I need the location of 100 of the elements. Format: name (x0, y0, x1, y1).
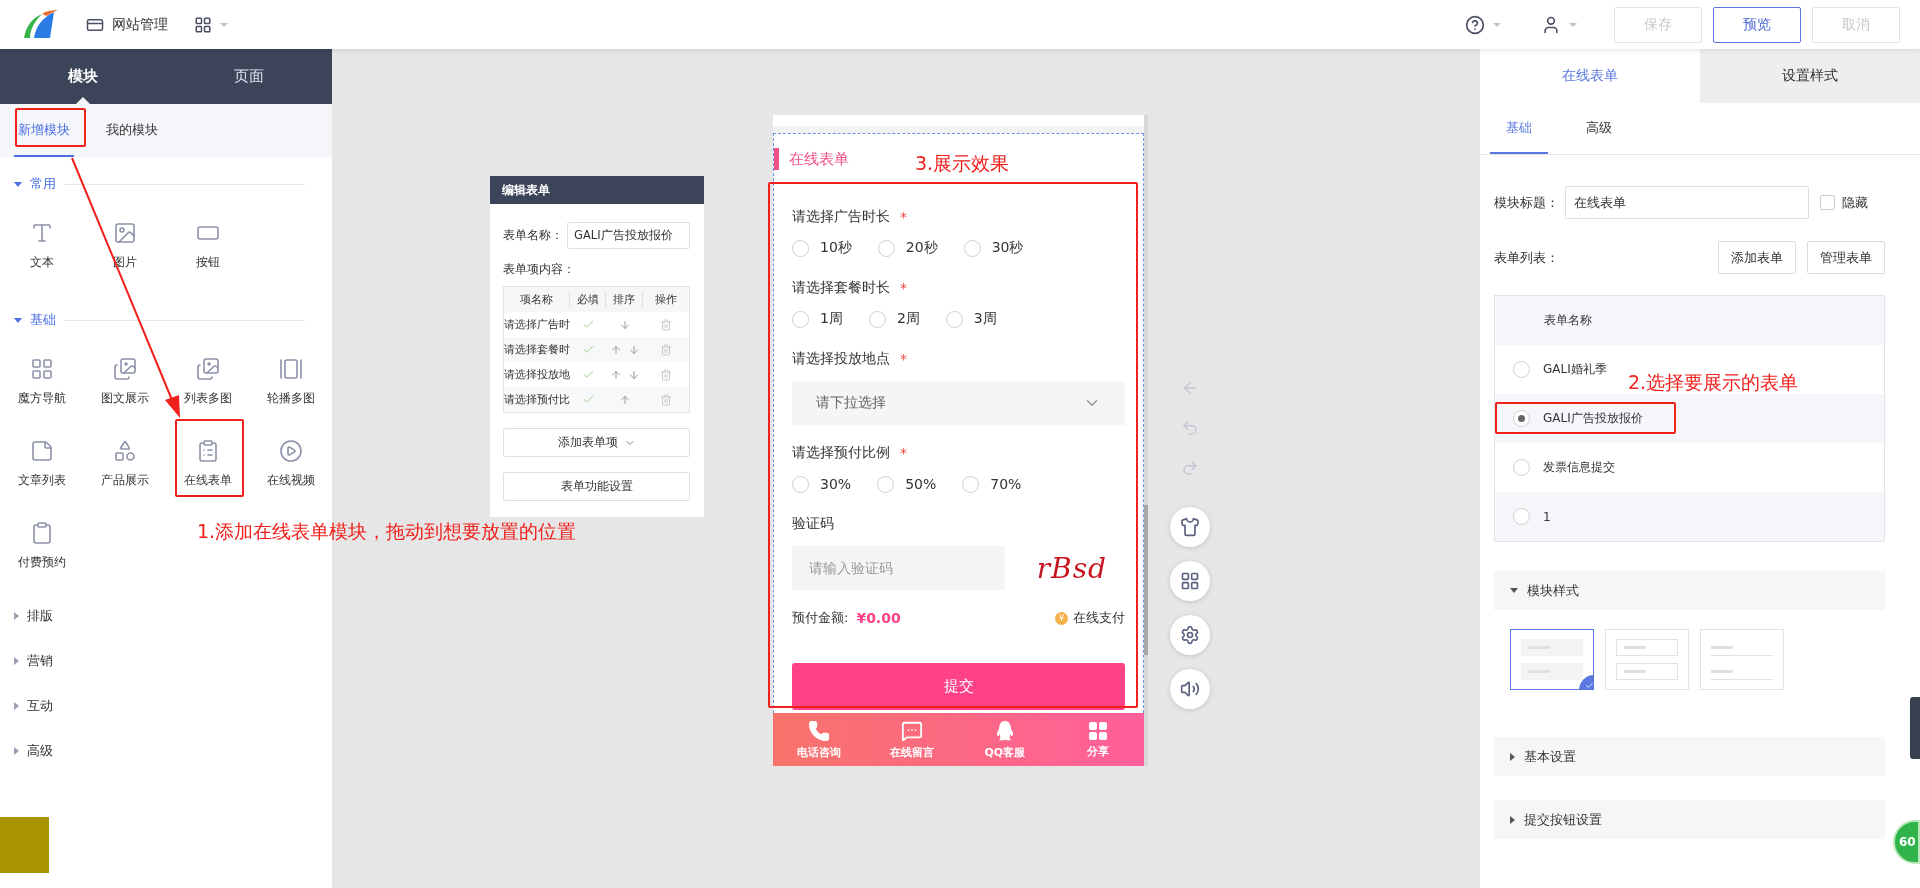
settings-subtab[interactable]: 基础 (1490, 103, 1548, 154)
trash-icon[interactable] (660, 318, 672, 331)
arrow-down-icon[interactable] (618, 318, 631, 331)
trash-icon[interactable] (660, 393, 672, 406)
field-label: 表单名称： (503, 227, 563, 244)
table-cell: 请选择预付比 (504, 392, 570, 407)
checkbox[interactable] (1820, 195, 1835, 210)
module-tile[interactable]: 轮播多图 (249, 341, 332, 423)
list-button[interactable]: 管理表单 (1807, 241, 1885, 274)
column-header: 必填 (570, 292, 606, 307)
module-tile[interactable]: 在线视频 (249, 423, 332, 505)
toolbar-button[interactable]: 预览 (1713, 6, 1801, 43)
sidebar-tab[interactable]: 模块 (0, 49, 166, 104)
form-settings-button[interactable]: 表单功能设置 (503, 472, 690, 501)
module-tile[interactable]: 按钮 (166, 205, 249, 287)
radio-label: 30% (820, 476, 852, 492)
apps-icon[interactable] (194, 15, 212, 34)
group-header[interactable]: 排版 (27, 606, 53, 625)
module-tile[interactable]: 列表多图 (166, 341, 249, 423)
arrow-up-icon[interactable] (609, 368, 622, 381)
annotation-text: 2.选择要展示的表单 (1628, 370, 1799, 395)
radio-button[interactable] (1513, 361, 1530, 378)
arrow-down-icon[interactable] (627, 343, 640, 356)
module-tab[interactable]: 新增模块 (14, 104, 74, 157)
group-header[interactable]: 基础 (30, 311, 56, 329)
help-icon[interactable] (1465, 14, 1485, 35)
amount-value: ¥0.00 (856, 610, 901, 626)
redo-icon[interactable] (1181, 459, 1199, 477)
title-input[interactable]: 在线表单 (1565, 186, 1809, 219)
captcha-input[interactable]: 请输入验证码 (792, 546, 1005, 590)
arrow-up-icon[interactable] (618, 393, 631, 406)
add-item-button[interactable]: 添加表单项 (503, 428, 690, 457)
scrollbar[interactable] (1144, 115, 1148, 766)
radio-button[interactable] (962, 475, 980, 493)
radio-button[interactable] (792, 475, 809, 493)
settings-tool[interactable] (1170, 615, 1210, 655)
amount-label: 预付金额: (792, 609, 849, 627)
module-tile[interactable]: 文本 (0, 205, 83, 287)
form-row[interactable]: GALI广告投放报价 (1495, 394, 1884, 443)
layout-tool[interactable] (1170, 561, 1210, 601)
radio-button[interactable] (963, 239, 981, 257)
radio-button[interactable] (877, 475, 895, 493)
radio-label: 70% (990, 476, 1022, 492)
style-option[interactable] (1510, 629, 1594, 690)
arrow-up-icon[interactable] (609, 343, 622, 356)
arrow-down-icon[interactable] (627, 368, 640, 381)
user-icon[interactable] (1541, 14, 1561, 35)
radio-button[interactable] (792, 310, 809, 328)
checkbox-label: 隐藏 (1842, 193, 1868, 212)
group-header[interactable]: 高级 (27, 741, 53, 760)
undo-icon[interactable] (1181, 419, 1199, 437)
group-header[interactable]: 互动 (27, 696, 53, 715)
module-tile[interactable]: 魔方导航 (0, 341, 83, 423)
form-name: GALI广告投放报价 (1543, 410, 1643, 427)
section-header[interactable]: 基本设置 (1494, 737, 1885, 776)
radio-button[interactable] (1513, 410, 1530, 427)
form-row[interactable]: 1 (1495, 492, 1884, 541)
carousel-icon (278, 357, 303, 381)
module-tile[interactable]: 图文展示 (83, 341, 166, 423)
captcha-image[interactable]: rBsd (1036, 551, 1107, 585)
form-name: 发票信息提交 (1543, 459, 1615, 476)
dropdown-field[interactable]: 请下拉选择 (792, 381, 1125, 425)
required-mark: * (900, 351, 907, 367)
section-header[interactable]: 提交按钮设置 (1494, 800, 1885, 839)
column-header: 项名称 (504, 292, 570, 307)
module-tab[interactable]: 我的模块 (102, 104, 162, 157)
required-mark: * (900, 445, 907, 461)
back-icon[interactable] (1181, 379, 1199, 397)
image-icon (112, 221, 137, 245)
radio-button[interactable] (792, 239, 809, 257)
radio-button[interactable] (877, 239, 895, 257)
radio-button[interactable] (945, 310, 963, 328)
section-header[interactable]: 模块样式 (1494, 571, 1885, 610)
trash-icon[interactable] (660, 343, 672, 356)
grid-icon (1087, 720, 1108, 741)
radio-button[interactable] (868, 310, 886, 328)
module-tile[interactable]: 付费预约 (0, 505, 83, 587)
trash-icon[interactable] (660, 368, 672, 381)
module-tile[interactable]: 文章列表 (0, 423, 83, 505)
module-tile[interactable]: 在线表单 (166, 423, 249, 505)
sound-tool[interactable] (1170, 669, 1210, 709)
sidebar-tab[interactable]: 页面 (166, 49, 332, 104)
list-button[interactable]: 添加表单 (1718, 241, 1796, 274)
field-label: 请选择广告时长 (792, 208, 890, 226)
image-icon (112, 357, 137, 381)
annotation-text: 3.展示效果 (915, 151, 1010, 176)
radio-label: 30秒 (991, 239, 1024, 257)
group-header[interactable]: 常用 (30, 175, 56, 193)
radio-button[interactable] (1513, 508, 1530, 525)
site-menu[interactable]: 网站管理 (112, 15, 168, 34)
module-tile[interactable]: 产品展示 (83, 423, 166, 505)
group-header[interactable]: 营销 (27, 651, 53, 670)
form-name-field[interactable]: GALI广告投放报价 (567, 222, 690, 249)
radio-button[interactable] (1513, 459, 1530, 476)
settings-tab[interactable]: 设置样式 (1700, 49, 1920, 103)
shapes-icon (112, 439, 137, 463)
settings-subtab[interactable]: 高级 (1570, 103, 1628, 154)
grid-icon (1180, 571, 1200, 591)
shirt-icon (1180, 517, 1200, 537)
theme-tool[interactable] (1170, 507, 1210, 547)
